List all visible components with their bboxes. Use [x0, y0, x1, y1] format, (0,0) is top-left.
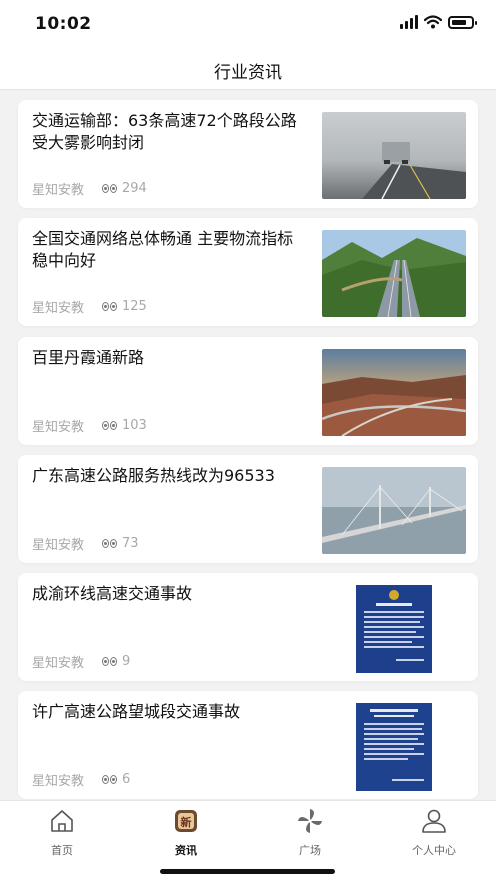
user-icon — [422, 809, 446, 833]
article-source: 星知安教 — [32, 656, 85, 671]
signal-icon — [400, 15, 418, 29]
article-views: 294 — [122, 181, 147, 196]
article-meta: 星知安教 73 — [32, 534, 139, 553]
app-screen: 10:02 行业资讯 交通运输部：63条高速72个路段公路受大雾影响封闭 星知安… — [0, 0, 496, 882]
tab-label: 首页 — [51, 844, 73, 857]
article-source: 星知安教 — [32, 420, 85, 435]
tab-label: 资讯 — [175, 844, 197, 857]
views-icon — [102, 539, 118, 548]
views-icon — [102, 421, 118, 430]
home-icon — [51, 810, 73, 832]
tab-label: 个人中心 — [412, 844, 456, 857]
status-time: 10:02 — [35, 14, 92, 34]
article-title: 交通运输部：63条高速72个路段公路受大雾影响封闭 — [32, 111, 297, 152]
article-meta: 星知安教 294 — [32, 179, 147, 198]
article-card[interactable]: 全国交通网络总体畅通 主要物流指标稳中向好 星知安教 125 — [18, 218, 478, 326]
article-card[interactable]: 成渝环线高速交通事故 星知安教 9 — [18, 573, 478, 681]
article-meta: 星知安教 6 — [32, 770, 130, 789]
home-indicator — [160, 869, 335, 874]
article-source: 星知安教 — [32, 774, 85, 789]
svg-text:新: 新 — [181, 815, 192, 829]
article-thumbnail — [322, 349, 466, 436]
tab-home[interactable]: 首页 — [22, 807, 102, 858]
status-bar: 10:02 — [0, 0, 496, 48]
article-views: 6 — [122, 772, 131, 787]
tab-profile[interactable]: 个人中心 — [394, 807, 474, 858]
views-icon — [102, 775, 118, 784]
nav-bar: 行业资讯 — [0, 48, 496, 90]
article-meta: 星知安教 125 — [32, 297, 147, 316]
article-source: 星知安教 — [32, 183, 85, 198]
battery-icon — [448, 15, 477, 29]
article-title: 百里丹霞通新路 — [32, 348, 145, 367]
tab-square[interactable]: 广场 — [270, 807, 350, 858]
article-views: 9 — [122, 654, 131, 669]
article-card[interactable]: 交通运输部：63条高速72个路段公路受大雾影响封闭 星知安教 294 — [18, 100, 478, 208]
wifi-icon — [424, 15, 442, 29]
article-thumbnail — [322, 230, 466, 317]
article-thumbnail — [356, 585, 432, 673]
pinwheel-icon — [298, 809, 322, 833]
article-meta: 星知安教 9 — [32, 652, 130, 671]
article-source: 星知安教 — [32, 538, 85, 553]
article-meta: 星知安教 103 — [32, 416, 147, 435]
views-icon — [102, 184, 118, 193]
tab-label: 广场 — [299, 844, 321, 857]
article-card[interactable]: 许广高速公路望城段交通事故 星知安教 6 — [18, 691, 478, 799]
views-icon — [102, 302, 118, 311]
article-source: 星知安教 — [32, 301, 85, 316]
article-title: 全国交通网络总体畅通 主要物流指标稳中向好 — [32, 229, 294, 270]
views-icon — [102, 657, 118, 666]
page-title: 行业资讯 — [214, 63, 282, 83]
article-title: 成渝环线高速交通事故 — [32, 584, 193, 603]
article-thumbnail — [322, 467, 466, 554]
article-views: 103 — [122, 418, 147, 433]
bottom-tab-bar: 首页 新 资讯 广场 个人中心 — [0, 800, 496, 882]
status-icons — [400, 15, 477, 29]
article-views: 73 — [122, 536, 139, 551]
article-title: 许广高速公路望城段交通事故 — [32, 702, 241, 721]
news-icon: 新 — [175, 810, 197, 832]
tab-news[interactable]: 新 资讯 — [146, 807, 226, 858]
article-card[interactable]: 广东高速公路服务热线改为96533 星知安教 73 — [18, 455, 478, 563]
article-thumbnail — [322, 112, 466, 199]
article-views: 125 — [122, 299, 147, 314]
article-card[interactable]: 百里丹霞通新路 星知安教 103 — [18, 337, 478, 445]
article-title: 广东高速公路服务热线改为96533 — [32, 466, 275, 485]
article-thumbnail — [356, 703, 432, 791]
